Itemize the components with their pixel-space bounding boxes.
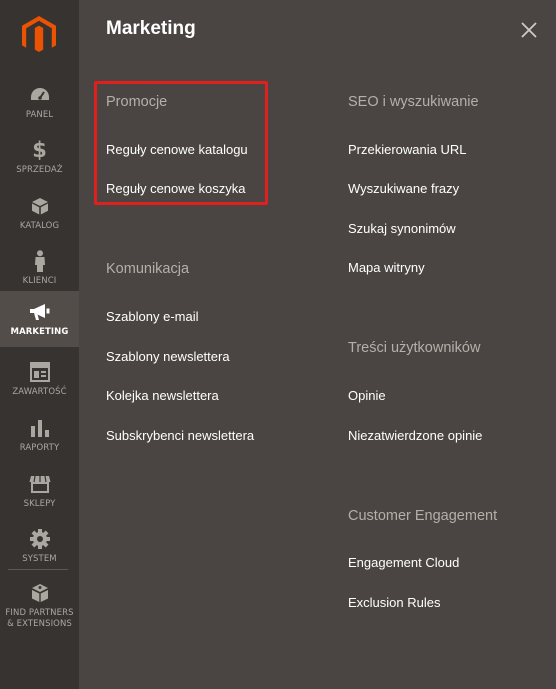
dashboard-icon: [29, 84, 51, 106]
sidebar-item-label: SYSTEM: [22, 554, 57, 564]
link-szablony-email[interactable]: Szablony e-mail: [106, 309, 199, 324]
sidebar-item-katalog[interactable]: KATALOG: [0, 189, 79, 245]
link-reguly-cenowe-koszyka[interactable]: Reguły cenowe koszyka: [106, 181, 245, 196]
close-icon[interactable]: [519, 20, 539, 40]
link-subskrybenci-newslettera[interactable]: Subskrybenci newslettera: [106, 428, 254, 443]
link-wyszukiwane-frazy[interactable]: Wyszukiwane frazy: [348, 181, 459, 196]
sidebar-item-sklepy[interactable]: SKLEPY: [0, 467, 79, 523]
link-reguly-cenowe-katalogu[interactable]: Reguły cenowe katalogu: [106, 142, 248, 157]
sidebar-item-label: MARKETING: [10, 327, 69, 337]
sidebar-item-sprzedaz[interactable]: $ SPRZEDAŻ: [0, 133, 79, 189]
link-kolejka-newslettera[interactable]: Kolejka newslettera: [106, 388, 219, 403]
link-szukaj-synonimow[interactable]: Szukaj synonimów: [348, 221, 456, 236]
link-szablony-newslettera[interactable]: Szablony newslettera: [106, 349, 230, 364]
section-title-promocje: Promocje: [106, 94, 168, 110]
gear-icon: [29, 528, 51, 550]
link-exclusion-rules[interactable]: Exclusion Rules: [348, 595, 441, 610]
section-title-seo: SEO i wyszukiwanie: [348, 94, 479, 110]
section-title-customer-engagement: Customer Engagement: [348, 508, 498, 524]
sidebar-item-label: FIND PARTNERS & EXTENSIONS: [5, 608, 74, 629]
store-icon: [29, 473, 51, 495]
blocks-icon: [29, 582, 51, 604]
sidebar-item-label: PANEL: [25, 110, 54, 120]
sidebar-item-raporty[interactable]: RAPORTY: [0, 411, 79, 467]
sidebar-item-label: KATALOG: [19, 221, 60, 231]
sidebar-item-label: SKLEPY: [23, 499, 56, 509]
person-icon: [29, 250, 51, 272]
sidebar-item-label: RAPORTY: [19, 443, 60, 453]
sidebar-item-panel[interactable]: PANEL: [0, 78, 79, 134]
section-title-komunikacja: Komunikacja: [106, 261, 190, 277]
link-przekierowania-url[interactable]: Przekierowania URL: [348, 142, 467, 157]
dollar-icon: $: [32, 138, 47, 162]
sidebar-item-label: KLIENCI: [22, 276, 57, 286]
sidebar-item-label: SPRZEDAŻ: [16, 165, 63, 175]
link-engagement-cloud[interactable]: Engagement Cloud: [348, 555, 459, 570]
sidebar-item-marketing[interactable]: MARKETING: [0, 291, 79, 347]
megaphone-icon: [29, 301, 51, 323]
layout-icon: [29, 361, 51, 383]
section-title-tresci-uzytkownikow: Treści użytkowników: [348, 340, 481, 356]
panel-title: Marketing: [106, 18, 196, 39]
admin-sidebar: PANEL $ SPRZEDAŻ KATALOG KLIENCI MARKETI…: [0, 0, 79, 689]
box-icon: [29, 195, 51, 217]
bar-chart-icon: [29, 417, 51, 439]
sidebar-item-find-partners[interactable]: FIND PARTNERS & EXTENSIONS: [0, 576, 79, 636]
link-opinie[interactable]: Opinie: [348, 388, 386, 403]
link-mapa-witryny[interactable]: Mapa witryny: [348, 260, 425, 275]
link-niezatwierdzone-opinie[interactable]: Niezatwierdzone opinie: [348, 428, 482, 443]
magento-logo-icon[interactable]: [22, 16, 56, 52]
sidebar-divider: [8, 569, 68, 570]
marketing-menu-panel: Marketing Promocje Reguły cenowe katalog…: [79, 0, 556, 689]
sidebar-item-zawartosc[interactable]: ZAWARTOŚĆ: [0, 355, 79, 411]
sidebar-item-label: ZAWARTOŚĆ: [12, 387, 67, 397]
